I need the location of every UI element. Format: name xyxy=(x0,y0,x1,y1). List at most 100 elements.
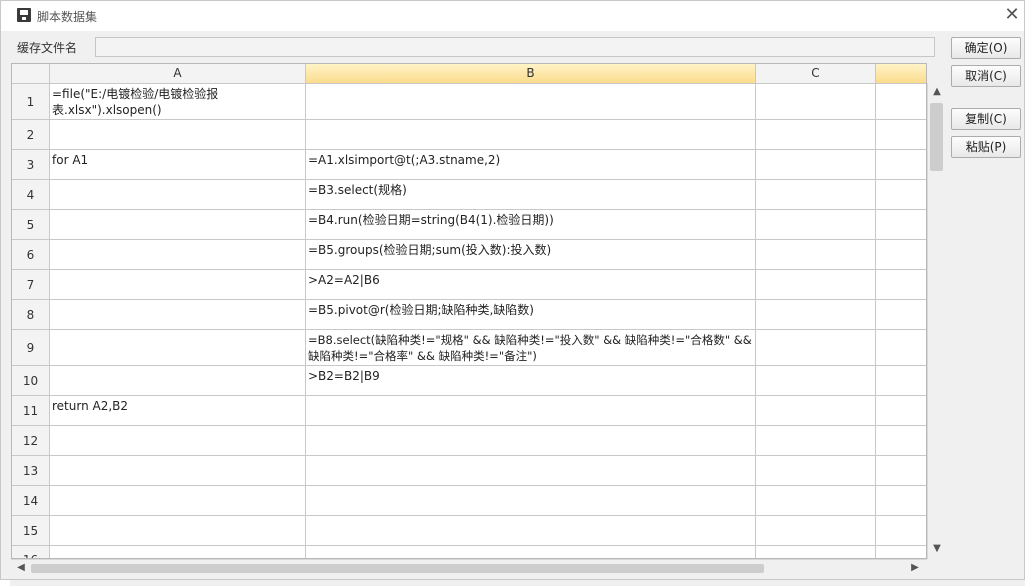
cell-c7[interactable] xyxy=(756,270,876,300)
cell-d11[interactable] xyxy=(876,396,926,426)
row-header[interactable]: 2 xyxy=(12,120,50,150)
cell-b1[interactable] xyxy=(306,84,756,120)
cell-d13[interactable] xyxy=(876,456,926,486)
cell-c15[interactable] xyxy=(756,516,876,546)
cell-c3[interactable] xyxy=(756,150,876,180)
row-header[interactable]: 10 xyxy=(12,366,50,396)
row-header[interactable]: 14 xyxy=(12,486,50,516)
cache-file-input[interactable] xyxy=(95,37,935,57)
cell-d7[interactable] xyxy=(876,270,926,300)
cell-a4[interactable] xyxy=(50,180,306,210)
row-header[interactable]: 9 xyxy=(12,330,50,366)
cell-c8[interactable] xyxy=(756,300,876,330)
row-header[interactable]: 12 xyxy=(12,426,50,456)
cancel-button[interactable]: 取消(C) xyxy=(951,65,1021,87)
cell-a5[interactable] xyxy=(50,210,306,240)
cell-b15[interactable] xyxy=(306,516,756,546)
cell-a2[interactable] xyxy=(50,120,306,150)
column-header-c[interactable]: C xyxy=(756,64,876,84)
cell-a12[interactable] xyxy=(50,426,306,456)
cell-c6[interactable] xyxy=(756,240,876,270)
row-header[interactable]: 1 xyxy=(12,84,50,120)
horizontal-scroll-thumb[interactable] xyxy=(31,564,764,573)
cell-a15[interactable] xyxy=(50,516,306,546)
cell-c11[interactable] xyxy=(756,396,876,426)
cell-a14[interactable] xyxy=(50,486,306,516)
cell-a1[interactable]: =file("E:/电镀检验/电镀检验报表.xlsx").xlsopen() xyxy=(50,84,306,120)
row-header[interactable]: 4 xyxy=(12,180,50,210)
row-header[interactable]: 6 xyxy=(12,240,50,270)
cell-d5[interactable] xyxy=(876,210,926,240)
cell-d9[interactable] xyxy=(876,330,926,366)
row-header[interactable]: 13 xyxy=(12,456,50,486)
cell-d10[interactable] xyxy=(876,366,926,396)
cell-d3[interactable] xyxy=(876,150,926,180)
column-header-b[interactable]: B xyxy=(306,64,756,84)
cell-d12[interactable] xyxy=(876,426,926,456)
cell-d8[interactable] xyxy=(876,300,926,330)
cell-b2[interactable] xyxy=(306,120,756,150)
cell-b10[interactable]: >B2=B2|B9 xyxy=(306,366,756,396)
cell-b4[interactable]: =B3.select(规格) xyxy=(306,180,756,210)
cell-b11[interactable] xyxy=(306,396,756,426)
cell-a6[interactable] xyxy=(50,240,306,270)
cell-c13[interactable] xyxy=(756,456,876,486)
corner-header[interactable] xyxy=(12,64,50,84)
cell-c4[interactable] xyxy=(756,180,876,210)
cell-a16[interactable] xyxy=(50,546,306,558)
cell-b6[interactable]: =B5.groups(检验日期;sum(投入数):投入数) xyxy=(306,240,756,270)
cell-b8[interactable]: =B5.pivot@r(检验日期;缺陷种类,缺陷数) xyxy=(306,300,756,330)
copy-button[interactable]: 复制(C) xyxy=(951,108,1021,130)
cell-d1[interactable] xyxy=(876,84,926,120)
script-grid[interactable]: A B C 1 =file("E:/电镀检验/电镀检验报表.xlsx").xls… xyxy=(11,63,927,559)
cell-a3[interactable]: for A1 xyxy=(50,150,306,180)
row-header[interactable]: 7 xyxy=(12,270,50,300)
cell-c9[interactable] xyxy=(756,330,876,366)
cell-c12[interactable] xyxy=(756,426,876,456)
cell-d16[interactable] xyxy=(876,546,926,558)
scroll-left-icon[interactable]: ◀ xyxy=(13,560,29,576)
row-header[interactable]: 15 xyxy=(12,516,50,546)
row-header[interactable]: 8 xyxy=(12,300,50,330)
cell-a11[interactable]: return A2,B2 xyxy=(50,396,306,426)
cell-b12[interactable] xyxy=(306,426,756,456)
cell-c10[interactable] xyxy=(756,366,876,396)
cell-d14[interactable] xyxy=(876,486,926,516)
row-header[interactable]: 11 xyxy=(12,396,50,426)
cell-b3[interactable]: =A1.xlsimport@t(;A3.stname,2) xyxy=(306,150,756,180)
row-header[interactable]: 16 xyxy=(12,546,50,558)
scroll-down-icon[interactable]: ▼ xyxy=(929,541,945,557)
cell-c2[interactable] xyxy=(756,120,876,150)
cell-b14[interactable] xyxy=(306,486,756,516)
cell-c16[interactable] xyxy=(756,546,876,558)
cell-a13[interactable] xyxy=(50,456,306,486)
cell-c5[interactable] xyxy=(756,210,876,240)
paste-button[interactable]: 粘贴(P) xyxy=(951,136,1021,158)
cell-b16[interactable] xyxy=(306,546,756,558)
ok-button[interactable]: 确定(O) xyxy=(951,37,1021,59)
cell-c1[interactable] xyxy=(756,84,876,120)
cell-d6[interactable] xyxy=(876,240,926,270)
column-header-d[interactable] xyxy=(876,64,926,84)
cell-b5[interactable]: =B4.run(检验日期=string(B4(1).检验日期)) xyxy=(306,210,756,240)
cell-b9[interactable]: =B8.select(缺陷种类!="规格" && 缺陷种类!="投入数" && … xyxy=(306,330,756,366)
cell-a9[interactable] xyxy=(50,330,306,366)
close-icon[interactable]: ✕ xyxy=(1003,5,1021,25)
cell-b7[interactable]: >A2=A2|B6 xyxy=(306,270,756,300)
scroll-up-icon[interactable]: ▲ xyxy=(929,84,945,100)
scroll-right-icon[interactable]: ▶ xyxy=(907,560,923,576)
vertical-scroll-thumb[interactable] xyxy=(930,103,943,171)
cell-d4[interactable] xyxy=(876,180,926,210)
row-header[interactable]: 3 xyxy=(12,150,50,180)
cell-d15[interactable] xyxy=(876,516,926,546)
vertical-scrollbar[interactable]: ▲ ▼ xyxy=(927,83,945,559)
horizontal-scrollbar[interactable]: ◀ ▶ xyxy=(11,559,927,577)
cell-d2[interactable] xyxy=(876,120,926,150)
cell-a10[interactable] xyxy=(50,366,306,396)
cell-a7[interactable] xyxy=(50,270,306,300)
cell-a8[interactable] xyxy=(50,300,306,330)
cell-b13[interactable] xyxy=(306,456,756,486)
row-header[interactable]: 5 xyxy=(12,210,50,240)
cell-c14[interactable] xyxy=(756,486,876,516)
column-header-a[interactable]: A xyxy=(50,64,306,84)
